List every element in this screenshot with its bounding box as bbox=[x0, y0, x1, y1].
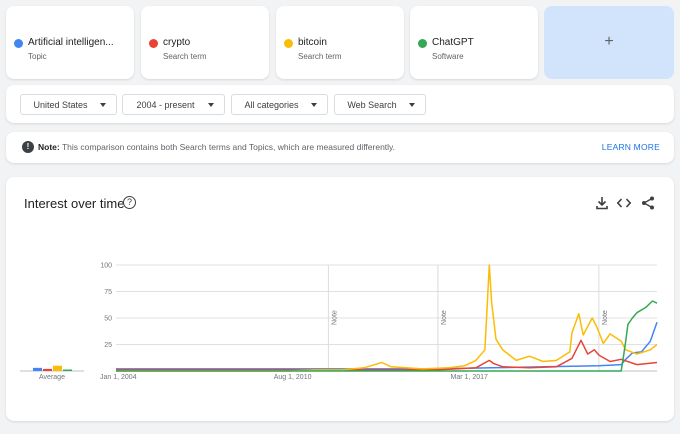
learn-more-link[interactable]: LEARN MORE bbox=[602, 142, 660, 152]
annotation-label: Note bbox=[441, 310, 448, 325]
annotation-label: Note bbox=[602, 310, 609, 325]
search-type-label: Web Search bbox=[347, 100, 397, 110]
note-prefix: Note: bbox=[38, 142, 60, 152]
y-tick-label: 25 bbox=[104, 342, 112, 349]
plus-icon: + bbox=[604, 33, 614, 50]
interest-over-time-panel: Interest over time ? 25 50 75 100 Jan 1, 200… bbox=[6, 177, 674, 421]
line-chart: 25 50 75 100 Jan 1, 2004 Aug 1, 2010 Mar 1, 20… bbox=[20, 263, 658, 381]
x-tick-label: Jan 1, 2004 bbox=[100, 374, 137, 381]
y-tick-label: 50 bbox=[104, 316, 112, 323]
term-card-chatgpt[interactable]: ChatGPT Software bbox=[410, 6, 538, 79]
series-line bbox=[116, 300, 658, 372]
category-dropdown[interactable]: All categories bbox=[231, 94, 328, 115]
series-line bbox=[116, 321, 658, 370]
average-label: Average bbox=[39, 374, 65, 381]
average-bar bbox=[63, 369, 72, 371]
term-type: Search term bbox=[163, 52, 207, 61]
average-bar bbox=[43, 368, 52, 371]
region-dropdown[interactable]: United States bbox=[20, 94, 117, 115]
caret-down-icon bbox=[311, 103, 317, 107]
filter-bar: United States 2004 - present All categor… bbox=[6, 85, 674, 123]
color-dot-icon bbox=[418, 39, 427, 48]
term-type: Search term bbox=[298, 52, 342, 61]
region-label: United States bbox=[33, 100, 88, 110]
time-range-dropdown[interactable]: 2004 - present bbox=[122, 94, 225, 115]
x-tick-label: Aug 1, 2010 bbox=[274, 374, 312, 381]
term-card-bitcoin[interactable]: bitcoin Search term bbox=[276, 6, 404, 79]
average-bar bbox=[53, 365, 62, 371]
y-tick-label: 100 bbox=[100, 263, 112, 270]
category-label: All categories bbox=[244, 100, 299, 110]
y-tick-label: 75 bbox=[104, 289, 112, 296]
color-dot-icon bbox=[149, 39, 158, 48]
term-type: Software bbox=[432, 52, 464, 61]
caret-down-icon bbox=[100, 103, 106, 107]
term-name: crypto bbox=[163, 37, 191, 48]
average-bar bbox=[33, 367, 42, 371]
annotation-label: Note bbox=[331, 310, 338, 325]
note-text: Note: This comparison contains both Sear… bbox=[38, 142, 395, 152]
color-dot-icon bbox=[14, 39, 23, 48]
caret-down-icon bbox=[409, 103, 415, 107]
alert-icon: ! bbox=[22, 141, 34, 153]
term-name: bitcoin bbox=[298, 37, 327, 48]
add-comparison-button[interactable]: + bbox=[544, 6, 674, 79]
note-banner: ! Note: This comparison contains both Se… bbox=[6, 132, 674, 163]
color-dot-icon bbox=[284, 39, 293, 48]
term-card-ai[interactable]: Artificial intelligen... Topic bbox=[6, 6, 134, 79]
term-card-crypto[interactable]: crypto Search term bbox=[141, 6, 269, 79]
term-name: ChatGPT bbox=[432, 37, 474, 48]
search-type-dropdown[interactable]: Web Search bbox=[334, 94, 426, 115]
term-name: Artificial intelligen... bbox=[28, 37, 114, 48]
time-range-label: 2004 - present bbox=[136, 100, 195, 110]
term-type: Topic bbox=[28, 52, 47, 61]
caret-down-icon bbox=[208, 103, 214, 107]
x-tick-label: Mar 1, 2017 bbox=[451, 374, 488, 381]
note-body: This comparison contains both Search ter… bbox=[61, 142, 396, 152]
